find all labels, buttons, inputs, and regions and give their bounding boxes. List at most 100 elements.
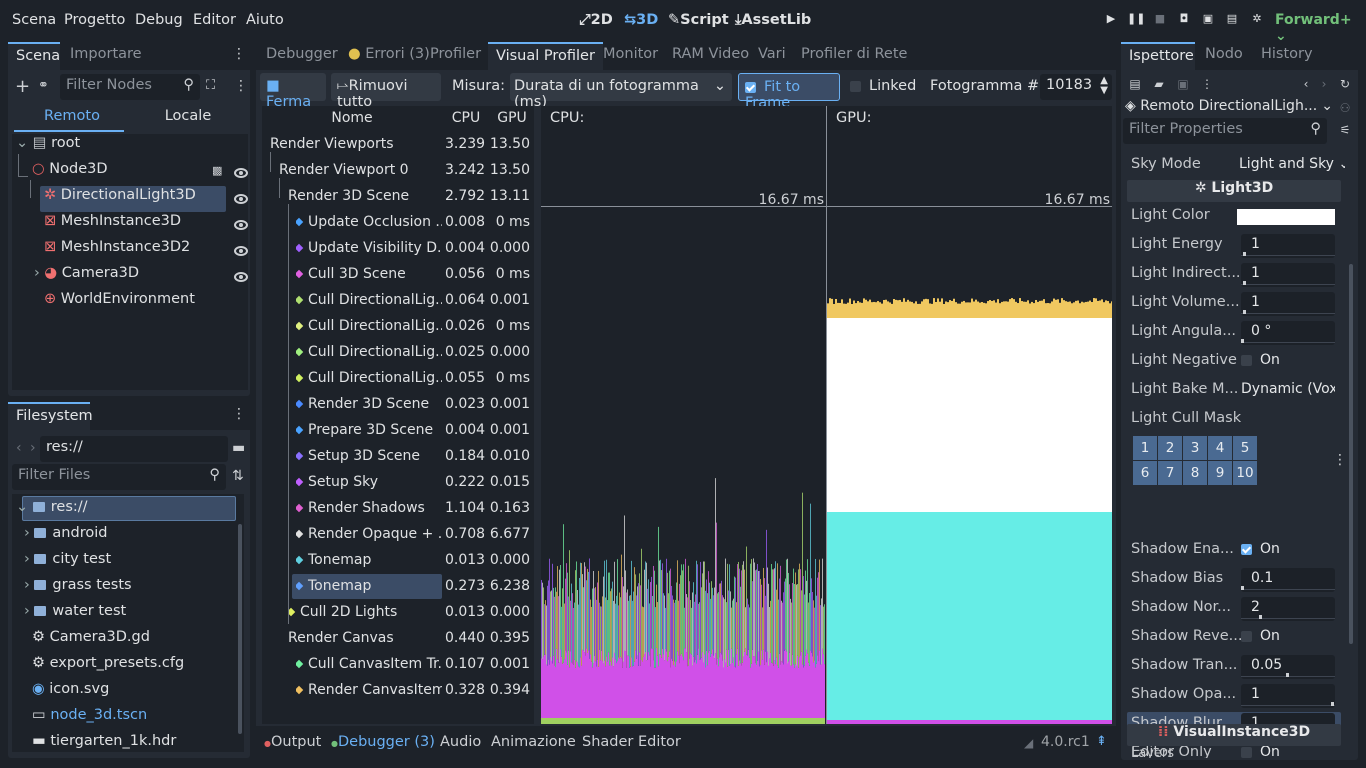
path-field[interactable]: res:// bbox=[40, 436, 228, 462]
tab-visual-profiler[interactable]: Visual Profiler bbox=[488, 42, 603, 70]
tab-ram-video[interactable]: RAM Video bbox=[664, 42, 757, 70]
linked-toggle[interactable]: Linked bbox=[850, 78, 916, 94]
menu-project[interactable]: Progetto bbox=[64, 12, 125, 28]
file-item-grass-tests[interactable]: › grass tests bbox=[24, 577, 132, 603]
slider-field[interactable]: 1 bbox=[1241, 263, 1335, 287]
tab-output[interactable]: ●Output bbox=[264, 734, 321, 750]
tab-scene[interactable]: Scena bbox=[8, 42, 60, 70]
clapper-icon[interactable]: ▩ bbox=[212, 164, 222, 177]
workspace-assetlib-button[interactable]: ⤓AssetLib bbox=[735, 12, 811, 28]
gpu-graph[interactable]: GPU: 16.67 ms bbox=[827, 106, 1112, 724]
scrollbar[interactable] bbox=[238, 524, 242, 734]
slider-field[interactable]: 0.1 bbox=[1241, 568, 1335, 592]
back-icon[interactable]: ‹ bbox=[16, 440, 22, 456]
tree-node-node3d[interactable]: ○ Node3D bbox=[32, 161, 108, 187]
tab-shader-editor[interactable]: Shader Editor bbox=[582, 734, 681, 750]
tree-node-directionallight3d[interactable]: ✲ DirectionalLight3D bbox=[44, 187, 196, 213]
link-icon[interactable]: ⚭ bbox=[38, 78, 49, 93]
slider-knob[interactable] bbox=[1241, 339, 1244, 343]
profiler-row[interactable]: Cull DirectionalLig... 0.025 0.000 bbox=[262, 340, 534, 366]
file-item-camera3d-gd[interactable]: ⚙ Camera3D.gd bbox=[32, 629, 150, 655]
tab-node[interactable]: Nodo bbox=[1197, 42, 1251, 70]
script-attach-icon[interactable]: ⛶ bbox=[206, 78, 215, 93]
file-item-tiergarten[interactable]: ▬ tiergarten_1k.hdr bbox=[32, 733, 176, 759]
cull-mask-bit[interactable]: 4 bbox=[1208, 436, 1232, 460]
visibility-eye-icon[interactable] bbox=[234, 246, 248, 256]
slider-field[interactable]: 1 bbox=[1241, 684, 1335, 708]
column-header-gpu[interactable]: GPU bbox=[490, 106, 534, 132]
select-field[interactable]: Dynamic (Voxe bbox=[1241, 379, 1335, 403]
history-back-icon[interactable]: ‹ bbox=[1298, 76, 1314, 92]
menu-editor[interactable]: Editor bbox=[193, 12, 236, 28]
stop-button[interactable]: ■ Ferma bbox=[260, 73, 326, 110]
frame-spinbox[interactable]: 10183 ▲ ▼ bbox=[1040, 74, 1112, 100]
profiler-row[interactable]: Setup 3D Scene 0.184 0.010 bbox=[262, 444, 534, 470]
movie-maker-icon[interactable]: ✲ bbox=[1248, 12, 1266, 30]
slider-knob[interactable] bbox=[1331, 702, 1334, 706]
slider-knob[interactable] bbox=[1243, 252, 1246, 256]
file-item-water-test[interactable]: › water test bbox=[24, 603, 126, 629]
tree-node-meshinstance3d2[interactable]: ⊠ MeshInstance3D2 bbox=[44, 239, 190, 265]
new-resource-icon[interactable]: ▤ bbox=[1127, 76, 1143, 92]
tree-node-meshinstance3d[interactable]: ⊠ MeshInstance3D bbox=[44, 213, 181, 239]
profiler-row[interactable]: Cull CanvasItem Tr... 0.107 0.001 bbox=[262, 652, 534, 678]
tab-profiler[interactable]: Profiler bbox=[422, 42, 489, 70]
panel-toggle-icon[interactable]: ⇞ bbox=[1096, 734, 1107, 749]
visibility-eye-icon[interactable] bbox=[234, 272, 248, 282]
slider-field[interactable]: 0.05 bbox=[1241, 655, 1335, 679]
cull-mask-bit[interactable]: 1 bbox=[1133, 436, 1157, 460]
history-forward-icon[interactable]: › bbox=[1316, 76, 1332, 92]
tab-history[interactable]: History bbox=[1253, 42, 1321, 70]
cull-mask-bit[interactable]: 6 bbox=[1133, 461, 1157, 485]
inspector-scrollbar[interactable] bbox=[1349, 264, 1353, 644]
profiler-row[interactable]: Cull 3D Scene 0.056 0 ms bbox=[262, 262, 534, 288]
tab-debugger-bottom[interactable]: ●Debugger (3) bbox=[331, 734, 435, 750]
toggle-split-icon[interactable]: ▬ bbox=[232, 440, 245, 456]
profiler-row[interactable]: Tonemap 0.273 6.238 bbox=[262, 574, 534, 600]
profiler-row[interactable]: Prepare 3D Scene 0.004 0.001 bbox=[262, 418, 534, 444]
file-item-export-presets[interactable]: ⚙ export_presets.cfg bbox=[32, 655, 184, 681]
save-icon[interactable]: ▣ bbox=[1175, 76, 1191, 92]
slider-field[interactable]: 2 bbox=[1241, 597, 1335, 621]
profiler-row[interactable]: Update Visibility D... 0.004 0.000 bbox=[262, 236, 534, 262]
file-item-node3d-tscn[interactable]: ▭ node_3d.tscn bbox=[32, 707, 147, 733]
section-visualinstance3d[interactable]: ⁞⁞ VisualInstance3D bbox=[1127, 724, 1341, 746]
menu-dots-icon[interactable]: ⋮ bbox=[232, 46, 246, 62]
column-header-name[interactable]: Nome bbox=[262, 106, 442, 132]
profiler-row[interactable]: Update Occlusion ... 0.008 0 ms bbox=[262, 210, 534, 236]
cull-mask-bit[interactable]: 5 bbox=[1233, 436, 1257, 460]
history-icon[interactable]: ↻ bbox=[1337, 76, 1353, 92]
profiler-row[interactable]: Cull DirectionalLig... 0.026 0 ms bbox=[262, 314, 534, 340]
filter-files-input[interactable]: Filter Files ⚲ bbox=[12, 464, 226, 490]
cull-mask-bit[interactable]: 2 bbox=[1158, 436, 1182, 460]
profiler-row[interactable]: Render Shadows 1.104 0.163 bbox=[262, 496, 534, 522]
tree-node-root[interactable]: ⌄ ▤ root bbox=[16, 135, 80, 161]
menu-debug[interactable]: Debug bbox=[135, 12, 183, 28]
menu-dots-icon[interactable]: ⋮ bbox=[1333, 452, 1345, 468]
menu-scene[interactable]: Scena bbox=[12, 12, 56, 28]
local-toggle[interactable]: Locale bbox=[130, 104, 246, 130]
workspace-script-button[interactable]: ✎Script bbox=[668, 12, 729, 28]
cull-mask-bit[interactable]: 8 bbox=[1183, 461, 1207, 485]
pause-icon[interactable]: ❚❚ bbox=[1127, 12, 1145, 30]
profiler-row[interactable]: Cull DirectionalLig... 0.055 0 ms bbox=[262, 366, 534, 392]
filter-nodes-input[interactable]: Filter Nodes ⚲ bbox=[60, 74, 200, 100]
stop-icon[interactable]: ■ bbox=[1151, 12, 1169, 30]
property-options-icon[interactable]: ⚟ bbox=[1337, 122, 1353, 138]
file-item-city-test[interactable]: › city test bbox=[24, 551, 111, 577]
profiler-row[interactable]: Render CanvasItems 0.328 0.394 bbox=[262, 678, 534, 704]
profiler-row[interactable]: Render 3D Scene 2.792 13.11 bbox=[262, 184, 534, 210]
visibility-eye-icon[interactable] bbox=[234, 194, 248, 204]
tree-node-camera3d[interactable]: › ◕ Camera3D bbox=[34, 265, 139, 291]
slider-field[interactable]: 0 ° bbox=[1241, 321, 1335, 345]
play-icon[interactable]: ▶ bbox=[1102, 12, 1120, 30]
measure-select[interactable]: Durata di un fotogramma (ms) ⌄ bbox=[510, 73, 732, 110]
workspace-2d-button[interactable]: ⤢2D bbox=[579, 12, 613, 28]
profiler-row[interactable]: Tonemap 0.013 0.000 bbox=[262, 548, 534, 574]
visibility-eye-icon[interactable] bbox=[234, 168, 248, 178]
object-props-icon[interactable]: ⚇ bbox=[1337, 100, 1353, 116]
renderer-select[interactable]: Forward+ ⌄ bbox=[1275, 12, 1366, 44]
visibility-eye-icon[interactable] bbox=[234, 220, 248, 230]
section-light3d[interactable]: ✲ Light3D bbox=[1127, 180, 1341, 202]
checkbox-field[interactable]: On bbox=[1241, 539, 1335, 563]
